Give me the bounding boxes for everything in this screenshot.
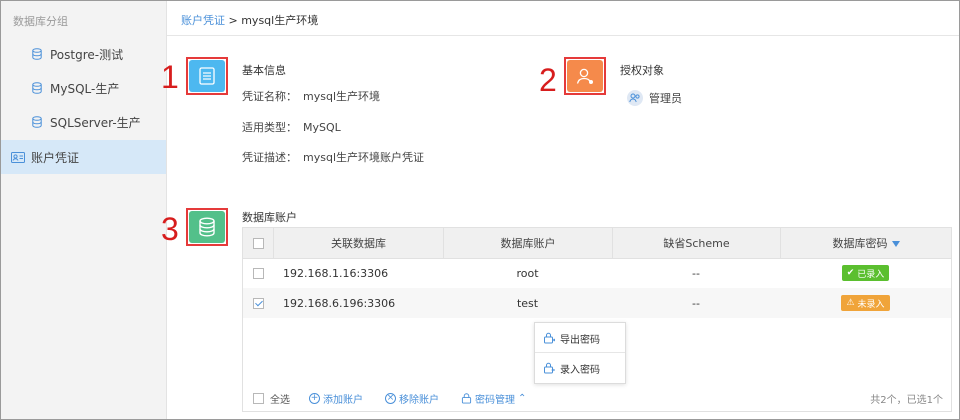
annotation-marker-2: 2 (539, 62, 557, 98)
basic-info-title: 基本信息 (242, 64, 286, 77)
user-settings-icon (567, 60, 603, 92)
basic-info-icon-frame (186, 57, 228, 95)
database-stack-icon (189, 211, 225, 243)
credential-name-label: 凭证名称： (242, 90, 297, 103)
row-account: root (516, 266, 539, 280)
database-icon (32, 48, 42, 60)
table-header: 关联数据库 数据库账户 缺省Scheme 数据库密码 (243, 228, 951, 259)
credential-desc-label: 凭证描述： (242, 151, 297, 164)
row-password-status: ⚠ 未录入 (780, 288, 951, 318)
annotation-marker-1: 1 (161, 59, 179, 95)
sidebar: 数据库分组 Postgre-测试 MySQL-生产 SQLServer-生产 账… (1, 1, 167, 419)
table-row[interactable]: 192.168.1.16:3306 root -- ✔ 已录入 (243, 258, 951, 288)
credential-desc-value: mysql生产环境账户凭证 (303, 151, 424, 164)
breadcrumb: 账户凭证 > mysql生产环境 (181, 12, 318, 28)
document-icon (189, 60, 225, 92)
authorized-owner-label: 管理员 (649, 92, 682, 105)
row-account: test (516, 296, 539, 310)
plus-circle-icon: + (309, 393, 320, 404)
column-header-password: 数据库密码 (780, 228, 951, 258)
column-header-scheme: 缺省Scheme (612, 228, 780, 258)
app-window: 数据库分组 Postgre-测试 MySQL-生产 SQLServer-生产 账… (0, 0, 960, 420)
database-icon (32, 82, 42, 94)
row-database: 192.168.1.16:3306 (283, 266, 389, 280)
sidebar-group-label: 数据库分组 (13, 15, 68, 28)
lock-import-icon (544, 362, 555, 374)
select-all-control[interactable]: 全选 (253, 386, 290, 411)
remove-account-button[interactable]: × 移除账户 (385, 386, 439, 411)
row-scheme: -- (692, 266, 700, 280)
remove-circle-icon: × (385, 393, 396, 404)
credential-type-row: 适用类型： MySQL (242, 119, 341, 135)
header-checkbox-cell (243, 228, 273, 258)
filter-icon[interactable] (891, 241, 900, 247)
db-accounts-table: 关联数据库 数据库账户 缺省Scheme 数据库密码 192.168.1.16:… (242, 227, 952, 412)
menu-item-label: 录入密码 (560, 364, 600, 376)
select-all-header-checkbox[interactable] (252, 237, 264, 249)
sidebar-item-label: 账户凭证 (31, 150, 80, 165)
row-password-status: ✔ 已录入 (780, 258, 951, 288)
sidebar-item-label: SQLServer-生产 (50, 115, 141, 130)
main-content: 账户凭证 > mysql生产环境 1 2 3 基本信息 凭证名称： mysql生产… (161, 1, 959, 419)
credential-type-value: MySQL (303, 121, 341, 134)
breadcrumb-parent-link[interactable]: 账户凭证 (181, 14, 225, 27)
credential-name-row: 凭证名称： mysql生产环境 (242, 88, 380, 104)
sidebar-item-label: Postgre-测试 (50, 47, 124, 62)
sidebar-item-label: MySQL-生产 (50, 81, 120, 96)
row-checkbox-cell (253, 288, 264, 318)
sidebar-item-mysql[interactable]: MySQL-生产 (1, 71, 166, 105)
annotation-marker-3: 3 (161, 211, 179, 247)
db-accounts-icon-frame (186, 208, 228, 246)
password-menu-popup: 导出密码 录入密码 (534, 322, 626, 384)
lock-export-icon (544, 332, 555, 344)
status-badge-label: 未录入 (857, 299, 885, 310)
id-card-icon (11, 151, 25, 163)
check-circle-icon: ✔ (846, 268, 855, 278)
status-badge: ⚠ 未录入 (841, 295, 890, 311)
breadcrumb-current: mysql生产环境 (241, 14, 319, 27)
password-management-button[interactable]: 密码管理 ⌃ (461, 386, 526, 411)
breadcrumb-separator: > (228, 14, 238, 27)
row-database: 192.168.6.196:3306 (283, 296, 396, 310)
sidebar-item-sqlserver[interactable]: SQLServer-生产 (1, 105, 166, 139)
select-all-label: 全选 (270, 395, 290, 406)
user-group-icon (627, 90, 643, 106)
authorized-icon-frame (564, 57, 606, 95)
add-account-label: 添加账户 (323, 395, 363, 406)
password-management-label: 密码管理 (475, 395, 515, 406)
menu-item-label: 导出密码 (560, 334, 600, 346)
row-checkbox[interactable] (253, 267, 264, 279)
breadcrumb-divider (167, 35, 959, 36)
credential-type-label: 适用类型： (242, 121, 297, 134)
row-scheme: -- (692, 296, 700, 310)
chevron-up-icon: ⌃ (518, 393, 527, 404)
lock-icon (461, 393, 472, 404)
status-badge-label: 已录入 (857, 269, 885, 280)
add-account-button[interactable]: + 添加账户 (309, 386, 363, 411)
authorized-owner: 管理员 (627, 90, 682, 106)
row-checkbox[interactable] (253, 297, 264, 309)
warning-icon: ⚠ (846, 298, 855, 308)
select-all-checkbox[interactable] (253, 393, 264, 404)
remove-account-label: 移除账户 (399, 395, 439, 406)
sidebar-item-postgre[interactable]: Postgre-测试 (1, 37, 166, 71)
sidebar-item-credentials[interactable]: 账户凭证 (1, 140, 166, 174)
database-icon (32, 116, 42, 128)
credential-desc-row: 凭证描述： mysql生产环境账户凭证 (242, 149, 424, 165)
column-header-password-label: 数据库密码 (832, 237, 888, 250)
db-accounts-title: 数据库账户 (242, 211, 297, 224)
column-header-account: 数据库账户 (443, 228, 612, 258)
credential-name-value: mysql生产环境 (303, 90, 380, 103)
row-checkbox-cell (253, 258, 264, 288)
status-badge: ✔ 已录入 (841, 265, 890, 281)
column-header-database: 关联数据库 (273, 228, 443, 258)
menu-item-export-password[interactable]: 导出密码 (535, 323, 625, 353)
table-row[interactable]: 192.168.6.196:3306 test -- ⚠ 未录入 (243, 288, 951, 318)
menu-item-enter-password[interactable]: 录入密码 (535, 353, 625, 383)
table-footer: 全选 + 添加账户 × 移除账户 密码管理 ⌃ 共2个，已选1个 (243, 386, 951, 411)
authorized-title: 授权对象 (620, 64, 664, 77)
selection-summary: 共2个，已选1个 (870, 395, 943, 406)
